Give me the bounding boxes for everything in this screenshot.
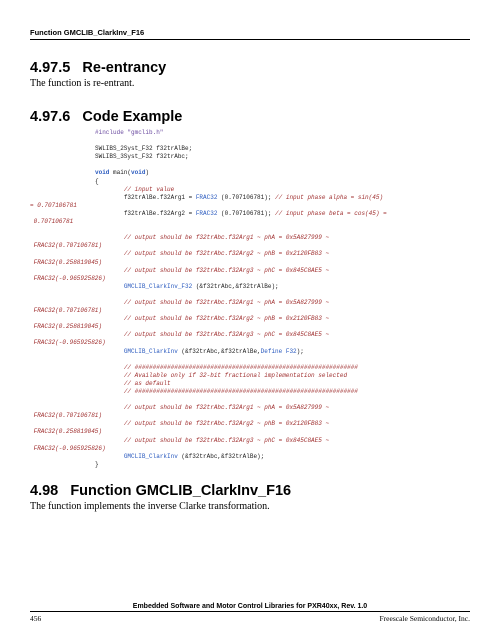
- code-wrap: FRAC32(-0.965925826): [30, 445, 106, 452]
- code-decl: SWLIBS_2Syst_F32 f32trAlBe;: [95, 145, 192, 152]
- code-text: (0.707106781);: [217, 194, 275, 201]
- footer-doc-title: Embedded Software and Motor Control Libr…: [30, 603, 470, 612]
- code-text: (&f32trAbc,&f32trAlBe);: [178, 453, 264, 460]
- code-wrap: FRAC32(0.707106781): [30, 307, 102, 314]
- code-wrap: FRAC32(-0.965925826): [30, 339, 106, 346]
- code-include: #include "gmclib.h": [95, 129, 163, 136]
- code-wrap: FRAC32(0.258819045): [30, 428, 102, 435]
- code-comment: // output should be f32trAbc.f32Arg3 ~ p…: [124, 331, 329, 338]
- code-comment: // output should be f32trAbc.f32Arg2 ~ p…: [124, 420, 329, 427]
- section-number: 4.97.6: [30, 109, 70, 125]
- code-comment: // output should be f32trAbc.f32Arg1 ~ p…: [124, 234, 329, 241]
- code-func-call: GMCLIB_ClarkInv_F32: [124, 283, 192, 290]
- code-func-call: GMCLIB_ClarkInv: [124, 453, 178, 460]
- section-number: 4.97.5: [30, 60, 70, 76]
- section-title: Code Example: [82, 109, 182, 125]
- section-title: Re-entrancy: [82, 60, 166, 76]
- code-comment: // input phase beta = cos(45) =: [275, 210, 387, 217]
- code-wrap: FRAC32(-0.965925826): [30, 275, 106, 282]
- code-example-block: #include "gmclib.h" SWLIBS_2Syst_F32 f32…: [95, 129, 470, 469]
- section-number: 4.98: [30, 483, 58, 499]
- code-comment: // input value: [124, 186, 174, 193]
- code-func-call: GMCLIB_ClarkInv: [124, 348, 178, 355]
- code-comment: // output should be f32trAbc.f32Arg1 ~ p…: [124, 299, 329, 306]
- code-text: f32trAlBe.f32Arg1 =: [124, 194, 196, 201]
- code-kw: void: [95, 169, 109, 176]
- code-comment: // as default: [124, 380, 171, 387]
- code-brace: {: [95, 178, 99, 185]
- code-comment: // input phase alpha = sin(45): [275, 194, 383, 201]
- section-heading-clarkinv-f16: 4.98 Function GMCLIB_ClarkInv_F16: [30, 483, 470, 499]
- section-heading-reentrancy: 4.97.5 Re-entrancy: [30, 60, 470, 76]
- code-text: main(: [109, 169, 131, 176]
- code-func: FRAC32: [196, 194, 218, 201]
- code-comment: // #####################################…: [124, 364, 358, 371]
- code-const: Define F32: [261, 348, 297, 355]
- code-comment: // output should be f32trAbc.f32Arg3 ~ p…: [124, 267, 329, 274]
- code-text: );: [297, 348, 304, 355]
- code-kw: void: [131, 169, 145, 176]
- code-wrap: FRAC32(0.707106781): [30, 242, 102, 249]
- code-wrap: 0.707106781: [30, 218, 73, 225]
- footer-company: Freescale Semiconductor, Inc.: [380, 614, 471, 623]
- code-wrap: FRAC32(0.258819045): [30, 259, 102, 266]
- code-comment: // output should be f32trAbc.f32Arg3 ~ p…: [124, 437, 329, 444]
- body-text: The function implements the inverse Clar…: [30, 501, 470, 512]
- code-wrap: FRAC32(0.707106781): [30, 412, 102, 419]
- code-text: (&f32trAbc,&f32trAlBe);: [192, 283, 278, 290]
- code-decl: SWLIBS_3Syst_F32 f32trAbc;: [95, 153, 189, 160]
- section-heading-code-example: 4.97.6 Code Example: [30, 109, 470, 125]
- code-func: FRAC32: [196, 210, 218, 217]
- code-brace: }: [95, 461, 99, 468]
- code-wrap: FRAC32(0.258819045): [30, 323, 102, 330]
- section-title: Function GMCLIB_ClarkInv_F16: [70, 483, 291, 499]
- code-comment: // output should be f32trAbc.f32Arg1 ~ p…: [124, 404, 329, 411]
- body-text: The function is re-entrant.: [30, 78, 470, 89]
- footer-page-number: 456: [30, 614, 41, 623]
- code-comment: // output should be f32trAbc.f32Arg2 ~ p…: [124, 250, 329, 257]
- code-comment: // output should be f32trAbc.f32Arg2 ~ p…: [124, 315, 329, 322]
- code-text: (&f32trAbc,&f32trAlBe,: [178, 348, 261, 355]
- page-header: Function GMCLIB_ClarkInv_F16: [30, 28, 470, 40]
- code-text: f32trAlBe.f32Arg2 =: [124, 210, 196, 217]
- code-text: ): [145, 169, 149, 176]
- code-comment: // Available only if 32-bit fractional i…: [124, 372, 347, 379]
- code-comment: // #####################################…: [124, 388, 358, 395]
- code-wrap: = 0.707106781: [30, 202, 77, 209]
- page-footer: Embedded Software and Motor Control Libr…: [30, 603, 470, 623]
- code-text: (0.707106781);: [217, 210, 275, 217]
